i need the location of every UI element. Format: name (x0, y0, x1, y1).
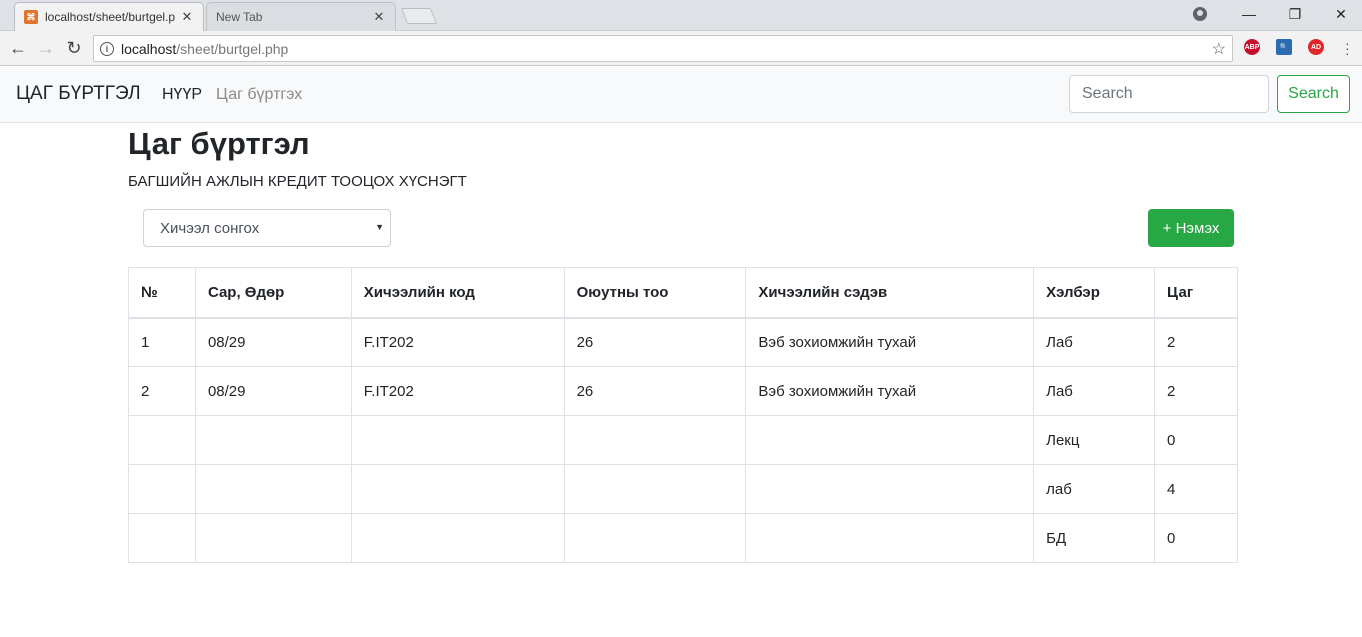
xampp-favicon-icon: ⌘ (24, 10, 38, 24)
table-header-row: № Сар, Өдөр Хичээлийн код Оюутны тоо Хич… (128, 267, 1238, 319)
cell-topic: Вэб зохиомжийн тухай (745, 366, 1035, 416)
cell-number (128, 464, 196, 514)
back-icon[interactable]: ← (7, 37, 29, 59)
nav-link-register[interactable]: Цаг бүртгэх (216, 86, 302, 104)
search-button[interactable]: Search (1277, 75, 1350, 113)
cell-type: Лаб (1033, 317, 1156, 367)
close-tab-icon[interactable]: ✕ (179, 9, 195, 25)
cell-hours: 0 (1154, 415, 1238, 465)
search-input[interactable]: Search (1069, 75, 1269, 113)
cell-student-count: 26 (563, 317, 747, 367)
cell-student-count (563, 513, 747, 563)
cell-course-code: F.IT202 (350, 366, 565, 416)
cell-date (194, 464, 352, 514)
cell-topic: Вэб зохиомжийн тухай (745, 317, 1035, 367)
cell-number (128, 415, 196, 465)
cell-type: БД (1033, 513, 1156, 563)
course-select[interactable]: Хичээл сонгох ▼ (143, 209, 391, 247)
address-bar[interactable]: i localhost/sheet/burtgel.php ☆ (93, 35, 1233, 62)
table-row: 1 08/29 F.IT202 26 Вэб зохиомжийн тухай … (128, 317, 1238, 367)
browser-toolbar: ← → ↻ i localhost/sheet/burtgel.php ☆ AB… (0, 31, 1362, 66)
tab-title: New Tab (216, 10, 263, 24)
timesheet-table: № Сар, Өдөр Хичээлийн код Оюутны тоо Хич… (128, 267, 1238, 563)
table-row: Лекц 0 (128, 415, 1238, 465)
cell-student-count: 26 (563, 366, 747, 416)
url-path: /sheet/burtgel.php (176, 40, 289, 57)
chevron-down-icon: ▼ (375, 222, 384, 232)
cell-topic (745, 415, 1035, 465)
cell-hours: 2 (1154, 366, 1238, 416)
cell-topic (745, 464, 1035, 514)
table-row: лаб 4 (128, 464, 1238, 514)
cell-course-code (350, 513, 565, 563)
cell-course-code (350, 464, 565, 514)
browser-tabstrip: ⌘ localhost/sheet/burtgel.p ✕ New Tab ✕ … (0, 0, 1362, 31)
app-navbar: ЦАГ БҮРТГЭЛ НҮҮР Цаг бүртгэх Search Sear… (0, 66, 1362, 123)
cell-number (128, 513, 196, 563)
minimize-icon[interactable]: — (1226, 0, 1272, 28)
cell-course-code (350, 415, 565, 465)
cell-student-count (563, 464, 747, 514)
header-number: № (128, 267, 196, 319)
adblock-plus-icon[interactable]: ABP (1244, 39, 1260, 55)
table-row: 2 08/29 F.IT202 26 Вэб зохиомжийн тухай … (128, 366, 1238, 416)
search-extension-icon[interactable]: 🔍 (1276, 39, 1292, 55)
cell-type: Лекц (1033, 415, 1156, 465)
cell-number: 2 (128, 366, 196, 416)
forward-icon[interactable]: → (35, 37, 57, 59)
reload-icon[interactable]: ↻ (63, 37, 85, 59)
add-button[interactable]: + Нэмэх (1148, 209, 1234, 247)
cell-date (194, 415, 352, 465)
cell-type: лаб (1033, 464, 1156, 514)
browser-tab-new[interactable]: New Tab ✕ (206, 2, 396, 31)
url-host: localhost (121, 40, 177, 57)
browser-menu-icon[interactable]: · · · (1345, 36, 1350, 60)
header-hours: Цаг (1154, 267, 1238, 319)
site-info-icon[interactable]: i (100, 41, 114, 56)
search-placeholder: Search (1082, 85, 1133, 102)
header-type: Хэлбэр (1033, 267, 1156, 319)
cell-number: 1 (128, 317, 196, 367)
page-subtitle: БАГШИЙН АЖЛЫН КРЕДИТ ТООЦОХ ХҮСНЭГТ (128, 173, 467, 190)
cell-hours: 2 (1154, 317, 1238, 367)
cell-type: Лаб (1033, 366, 1156, 416)
table-row: БД 0 (128, 513, 1238, 563)
browser-tab-active[interactable]: ⌘ localhost/sheet/burtgel.p ✕ (14, 2, 204, 31)
cell-date: 08/29 (194, 366, 352, 416)
cell-date: 08/29 (194, 317, 352, 367)
bookmark-star-icon[interactable]: ☆ (1212, 39, 1226, 59)
cell-course-code: F.IT202 (350, 317, 565, 367)
cell-date (194, 513, 352, 563)
header-course-code: Хичээлийн код (350, 267, 565, 319)
cell-student-count (563, 415, 747, 465)
cell-hours: 4 (1154, 464, 1238, 514)
restore-icon[interactable]: ❐ (1272, 0, 1318, 28)
page-title: Цаг бүртгэл (128, 126, 310, 161)
new-tab-button[interactable] (400, 8, 438, 24)
profile-icon[interactable] (1193, 7, 1207, 21)
header-student-count: Оюутны тоо (563, 267, 747, 319)
close-tab-icon[interactable]: ✕ (371, 9, 387, 25)
navbar-brand[interactable]: ЦАГ БҮРТГЭЛ (16, 83, 141, 105)
ad-extension-icon[interactable]: AD (1308, 39, 1324, 55)
tab-title: localhost/sheet/burtgel.p (45, 10, 176, 24)
close-window-icon[interactable]: ✕ (1318, 0, 1362, 28)
cell-topic (745, 513, 1035, 563)
course-select-value: Хичээл сонгох (160, 219, 260, 237)
header-topic: Хичээлийн сэдэв (745, 267, 1035, 319)
nav-link-home[interactable]: НҮҮР (162, 86, 202, 104)
cell-hours: 0 (1154, 513, 1238, 563)
header-date: Сар, Өдөр (194, 267, 352, 319)
